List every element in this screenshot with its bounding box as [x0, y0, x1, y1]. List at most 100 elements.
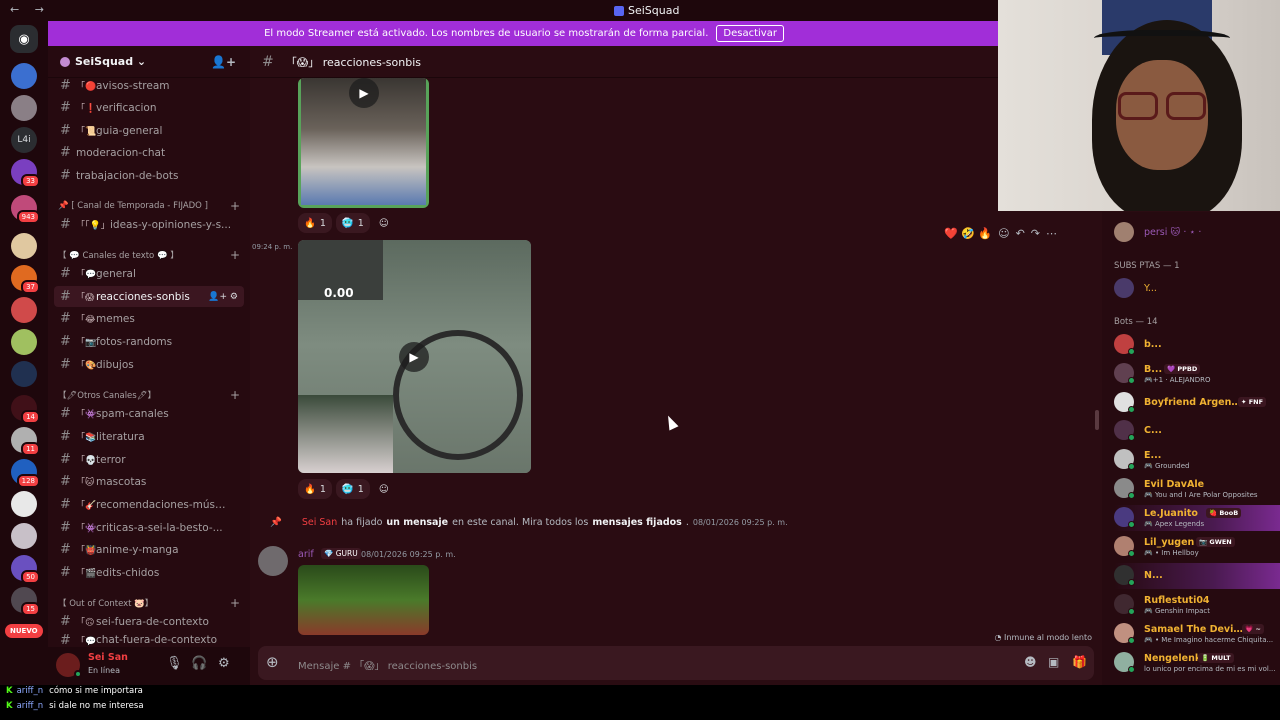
message-input[interactable]: Mensaje # 「😱」 reacciones-sonbis — [298, 657, 477, 672]
channel-item[interactable]: # 「🔴 avisos-stream — [54, 75, 244, 96]
hash-icon: # — [60, 289, 71, 304]
channel-item[interactable]: # 「📚 literatura — [54, 426, 244, 447]
image-attachment[interactable] — [298, 565, 429, 635]
gear-icon[interactable]: ⚙ — [218, 656, 230, 671]
back-forward-nav[interactable]: ← → — [10, 3, 50, 16]
reaction[interactable]: 🥶 1 — [335, 213, 370, 233]
channel-item[interactable]: # 「💬 general — [54, 263, 244, 284]
channel-item[interactable]: # 「🎬 edits-chidos — [54, 562, 244, 583]
server-icon[interactable]: 14 — [11, 395, 40, 424]
channel-item[interactable]: # 「😂 memes — [54, 308, 244, 329]
channel-item[interactable]: # 「💀 terror — [54, 449, 244, 470]
server-icon[interactable] — [11, 297, 37, 323]
category-header[interactable]: 【 💬 Canales de texto 💬 】 + — [58, 247, 244, 263]
member-item[interactable]: b... — [1114, 332, 1280, 358]
channel-item[interactable]: # moderacion-chat — [54, 142, 244, 163]
member-item[interactable]: C... — [1114, 418, 1280, 444]
channel-item[interactable]: # 「📷 fotos-randoms — [54, 331, 244, 352]
avatar[interactable] — [258, 546, 288, 576]
pin-author[interactable]: Sei San — [302, 517, 337, 528]
member-item[interactable]: Ñengelenkil 🔋 MULT lo unico por encima d… — [1114, 650, 1280, 676]
add-channel-icon[interactable]: + — [230, 248, 240, 262]
gift-icon[interactable]: 🎁 — [1072, 655, 1087, 669]
member-item[interactable]: Boyfriend Argenti... ✦ FNF — [1114, 390, 1280, 416]
channel-item[interactable]: # 「🎨 dibujos — [54, 354, 244, 375]
server-icon[interactable]: 50 — [11, 555, 40, 584]
more-icon[interactable]: ⋯ — [1046, 227, 1057, 240]
member-item[interactable]: Y... — [1114, 276, 1280, 302]
discord-icon[interactable]: ◉ — [10, 25, 38, 53]
category-header[interactable]: 【 Out of Context 🐷】 + — [58, 595, 244, 611]
category-header[interactable]: 【🖊Otros Canales🖊】 + — [58, 387, 244, 403]
message-composer[interactable]: ⊕ Mensaje # 「😱」 reacciones-sonbis ☻ ▣ 🎁 — [258, 646, 1094, 680]
deactivate-button[interactable]: Desactivar — [716, 25, 784, 42]
add-channel-icon[interactable]: + — [230, 199, 240, 213]
member-item[interactable]: Samael The Devil ... 💗 ~ 🎮 • Me Imagino … — [1114, 621, 1280, 647]
add-reaction-icon[interactable]: ☺ — [998, 227, 1009, 240]
server-icon[interactable]: 15 — [11, 587, 40, 616]
video-attachment[interactable]: 0.00 ▶ — [298, 240, 531, 473]
channel-item[interactable]: # 「👾 criticas-a-sei-la-besto-... — [54, 517, 244, 538]
server-icon[interactable] — [11, 523, 37, 549]
add-channel-icon[interactable]: + — [230, 596, 240, 610]
channel-item[interactable]: # 「🎸 recomendaciones-músi... — [54, 494, 244, 515]
member-item[interactable]: Lil_yugen 📷 GWEN 🎮 • Im Hellboy — [1114, 534, 1280, 560]
channel-item[interactable]: # 「💬 chat-fuera-de-contexto — [54, 633, 244, 647]
member-item[interactable]: N... — [1114, 563, 1280, 589]
channel-item[interactable]: # 「👹 anime-y-manga — [54, 539, 244, 560]
channel-item[interactable]: # 「🙃 sei-fuera-de-contexto — [54, 611, 244, 632]
server-icon[interactable] — [11, 95, 37, 121]
emoji-icon[interactable]: ☻ — [1024, 655, 1037, 669]
scrollbar[interactable] — [1095, 410, 1099, 430]
member-item[interactable]: Ruflestuti04 🎮 Genshin Impact — [1114, 592, 1280, 618]
member-item[interactable]: Le.Juanito 🍓 BooB 🎮 Apex Legends — [1114, 505, 1280, 531]
channel-settings-icon[interactable]: 👤+ ⚙ — [208, 292, 238, 302]
add-member-icon[interactable]: 👤+ — [211, 55, 236, 69]
add-channel-icon[interactable]: + — [230, 388, 240, 402]
server-icon[interactable]: 943 — [11, 195, 40, 224]
server-icon[interactable] — [11, 491, 37, 517]
server-header[interactable]: SeiSquad ⌄ 👤+ — [48, 46, 250, 78]
server-icon[interactable]: 37 — [11, 265, 40, 294]
channel-item[interactable]: # 「❗ verificacion — [54, 97, 244, 118]
channel-item[interactable]: # 「📜 guia-general — [54, 120, 244, 141]
headphones-icon[interactable]: 🎧 — [191, 656, 207, 671]
reply-icon[interactable]: ↶ — [1016, 227, 1025, 240]
pin-message-link[interactable]: un mensaje — [386, 517, 448, 528]
quick-reactions[interactable]: ❤️ 🤣 🔥 — [944, 227, 992, 240]
microphone-icon[interactable]: 🎙 — [166, 656, 183, 671]
message-author[interactable]: arif — [298, 549, 314, 560]
play-icon[interactable]: ▶ — [399, 342, 429, 372]
video-attachment[interactable]: ▶ — [298, 78, 429, 208]
play-icon[interactable]: ▶ — [349, 78, 379, 108]
server-icon-text[interactable]: L4i — [11, 127, 37, 153]
channel-item[interactable]: # trabajacion-de-bots — [54, 165, 244, 186]
add-attachment-icon[interactable]: ⊕ — [266, 653, 279, 671]
sticker-icon[interactable]: ▣ — [1048, 655, 1059, 669]
new-badge[interactable]: NUEVO — [5, 624, 43, 638]
member-item[interactable]: persi 🐱 · ⋆ · — [1114, 220, 1280, 246]
user-name[interactable]: Sei San — [88, 652, 128, 663]
server-icon[interactable]: 33 — [11, 159, 40, 188]
reaction[interactable]: 🔥 1 — [298, 479, 332, 499]
server-icon[interactable]: 11 — [11, 427, 40, 456]
server-icon[interactable] — [11, 329, 37, 355]
channel-item[interactable]: # 「👾 spam-canales — [54, 403, 244, 424]
server-icon[interactable]: 128 — [11, 459, 40, 488]
server-icon[interactable] — [11, 63, 37, 89]
reaction[interactable]: 🔥 1 — [298, 213, 332, 233]
reaction[interactable]: 🥶 1 — [335, 479, 370, 499]
server-icon[interactable] — [11, 233, 37, 259]
forward-icon[interactable]: ↷ — [1031, 227, 1040, 240]
channel-item-active[interactable]: # 「😱 reacciones-sonbis 👤+ ⚙ — [54, 286, 244, 307]
member-item[interactable]: Evil DavAle 🎮 You and I Are Polar Opposi… — [1114, 476, 1280, 502]
pinned-messages-link[interactable]: mensajes fijados — [592, 517, 682, 528]
server-icon[interactable] — [11, 361, 37, 387]
member-item[interactable]: B... 💜 PPBD 🎮+1 · ALEJANDRO — [1114, 361, 1280, 387]
category-header[interactable]: 📌 [ Canal de Temporada - FIJADO ] + — [58, 198, 244, 214]
channel-item[interactable]: # 「🐱 mascotas — [54, 471, 244, 492]
add-reaction-icon[interactable]: ☺ — [374, 479, 394, 499]
member-item[interactable]: E... 🎮 Grounded — [1114, 447, 1280, 473]
channel-item[interactable]: # 「「💡」 ideas-y-opiniones-y-s... — [54, 214, 244, 235]
add-reaction-icon[interactable]: ☺ — [374, 213, 394, 233]
